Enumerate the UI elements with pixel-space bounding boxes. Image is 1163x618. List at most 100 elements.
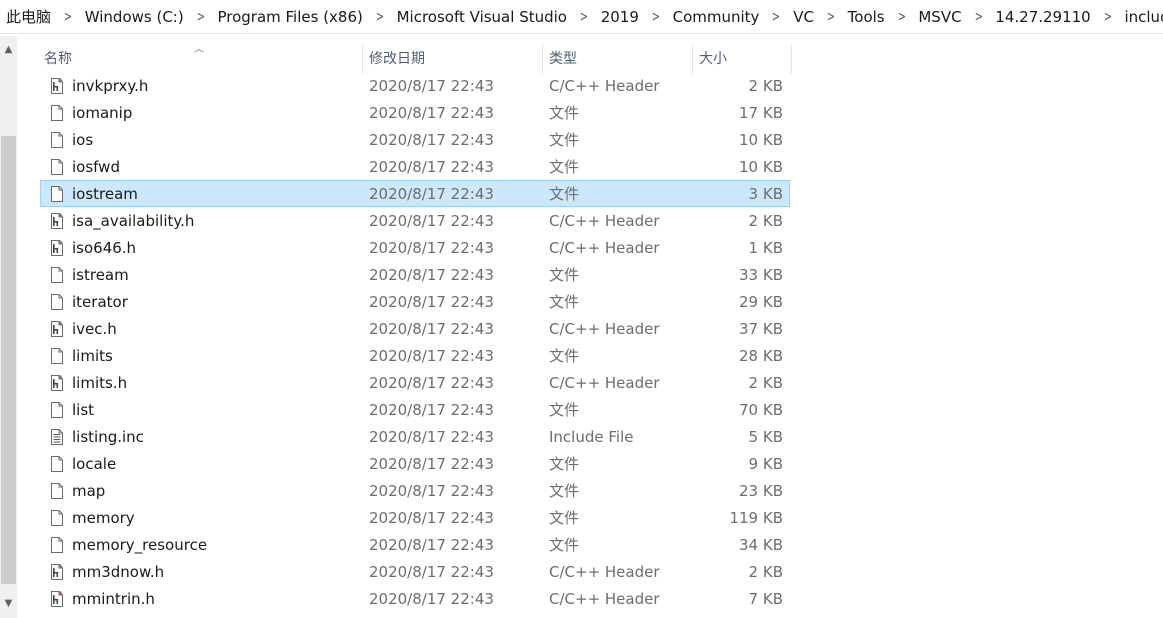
file-name: listing.inc <box>72 427 144 446</box>
file-row[interactable]: istream 2020/8/17 22:43 文件 33 KB <box>40 261 790 288</box>
file-name: iosfwd <box>72 157 120 176</box>
file-row[interactable]: listing.inc 2020/8/17 22:43 Include File 5 … <box>40 423 790 450</box>
file-row[interactable]: iso646.h 2020/8/17 22:43 C/C++ Header 1 KB <box>40 234 790 261</box>
file-date: 2020/8/17 22:43 <box>369 481 494 500</box>
file-name: iomanip <box>72 103 133 122</box>
file-type: C/C++ Header <box>549 562 660 581</box>
chevron-right-icon[interactable]: > <box>580 9 588 25</box>
file-name-cell: iostream <box>41 185 363 203</box>
file-date: 2020/8/17 22:43 <box>369 184 494 203</box>
column-header-name[interactable]: ︿ 名称 <box>38 44 362 74</box>
file-name-cell: memory <box>41 509 363 527</box>
file-icon <box>50 401 64 418</box>
column-header-size[interactable]: 大小 <box>692 44 792 74</box>
file-name: mmintrin.h <box>72 589 155 608</box>
file-date: 2020/8/17 22:43 <box>369 589 494 608</box>
file-date: 2020/8/17 22:43 <box>369 319 494 338</box>
column-header-date[interactable]: 修改日期 <box>362 44 542 74</box>
chevron-right-icon[interactable]: > <box>827 9 835 25</box>
breadcrumb-item[interactable]: Microsoft Visual Studio <box>397 8 567 26</box>
column-header-row: ︿ 名称 修改日期 类型 大小 <box>38 44 792 74</box>
file-row[interactable]: iostream 2020/8/17 22:43 文件 3 KB <box>40 180 790 207</box>
chevron-right-icon[interactable]: > <box>897 9 905 25</box>
file-row[interactable]: iterator 2020/8/17 22:43 文件 29 KB <box>40 288 790 315</box>
file-name-cell: mm3dnow.h <box>41 563 363 581</box>
file-row[interactable]: limits.h 2020/8/17 22:43 C/C++ Header 2 KB <box>40 369 790 396</box>
file-type: 文件 <box>549 104 580 122</box>
breadcrumb-item[interactable]: Windows (C:) <box>85 8 184 26</box>
scroll-down-arrow-icon[interactable]: ▼ <box>0 595 17 612</box>
breadcrumb-item[interactable]: Community <box>673 8 760 26</box>
chevron-right-icon[interactable]: > <box>772 9 780 25</box>
file-row[interactable]: map 2020/8/17 22:43 文件 23 KB <box>40 477 790 504</box>
file-type: 文件 <box>549 266 580 284</box>
file-date: 2020/8/17 22:43 <box>369 103 494 122</box>
file-type: 文件 <box>549 455 580 473</box>
file-name: limits <box>72 346 113 365</box>
sort-ascending-icon: ︿ <box>194 44 204 55</box>
file-name-cell: memory_resource <box>41 536 363 554</box>
breadcrumb-item[interactable]: VC <box>793 8 814 26</box>
file-row[interactable]: invkprxy.h 2020/8/17 22:43 C/C++ Header 2 K… <box>40 72 790 99</box>
cpp-header-icon <box>50 320 64 337</box>
file-name-cell: listing.inc <box>41 428 363 446</box>
file-date: 2020/8/17 22:43 <box>369 157 494 176</box>
file-row[interactable]: iomanip 2020/8/17 22:43 文件 17 KB <box>40 99 790 126</box>
breadcrumb-item[interactable]: MSVC <box>918 8 961 26</box>
file-name: iso646.h <box>72 238 137 257</box>
file-name: map <box>72 481 106 500</box>
chevron-right-icon[interactable]: > <box>376 9 384 25</box>
file-type: 文件 <box>549 401 580 419</box>
file-name: ivec.h <box>72 319 117 338</box>
file-row[interactable]: list 2020/8/17 22:43 文件 70 KB <box>40 396 790 423</box>
file-row[interactable]: memory_resource 2020/8/17 22:43 文件 34 KB <box>40 531 790 558</box>
file-name: iostream <box>72 184 138 203</box>
scrollbar-thumb[interactable] <box>1 136 16 584</box>
column-header-name-label: 名称 <box>44 51 72 67</box>
breadcrumb: 此电脑 > Windows (C:) > Program Files (x86) > Mic… <box>0 0 1163 34</box>
chevron-right-icon[interactable]: > <box>652 9 660 25</box>
file-size: 37 KB <box>739 319 783 338</box>
chevron-right-icon[interactable]: > <box>1103 9 1111 25</box>
chevron-right-icon[interactable]: > <box>196 9 204 25</box>
file-size: 2 KB <box>748 211 783 230</box>
breadcrumb-item[interactable]: Tools <box>848 8 885 26</box>
file-name: invkprxy.h <box>72 76 149 95</box>
breadcrumb-item[interactable]: include <box>1124 8 1163 26</box>
file-name-cell: limits.h <box>41 374 363 392</box>
file-row[interactable]: mm3dnow.h 2020/8/17 22:43 C/C++ Header 2 KB <box>40 558 790 585</box>
file-size: 2 KB <box>748 76 783 95</box>
file-row[interactable]: memory 2020/8/17 22:43 文件 119 KB <box>40 504 790 531</box>
vertical-scrollbar[interactable]: ▲ ▼ <box>0 36 17 618</box>
file-row[interactable]: locale 2020/8/17 22:43 文件 9 KB <box>40 450 790 477</box>
file-name-cell: locale <box>41 455 363 473</box>
breadcrumb-item[interactable]: Program Files (x86) <box>217 8 362 26</box>
file-name: istream <box>72 265 129 284</box>
file-type: 文件 <box>549 185 580 203</box>
file-row[interactable]: isa_availability.h 2020/8/17 22:43 C/C++ H… <box>40 207 790 234</box>
file-row[interactable]: limits 2020/8/17 22:43 文件 28 KB <box>40 342 790 369</box>
file-name: limits.h <box>72 373 128 392</box>
text-file-icon <box>50 428 64 445</box>
breadcrumb-item[interactable]: 此电脑 <box>6 6 51 27</box>
file-icon <box>50 104 64 121</box>
cpp-header-icon <box>50 374 64 391</box>
file-row[interactable]: ivec.h 2020/8/17 22:43 C/C++ Header 37 KB <box>40 315 790 342</box>
file-row[interactable]: mmintrin.h 2020/8/17 22:43 C/C++ Header 7 K… <box>40 585 790 612</box>
file-type: C/C++ Header <box>549 319 660 338</box>
chevron-right-icon[interactable]: > <box>974 9 982 25</box>
file-type: C/C++ Header <box>549 589 660 608</box>
file-row[interactable]: iosfwd 2020/8/17 22:43 文件 10 KB <box>40 153 790 180</box>
column-header-type-label: 类型 <box>549 51 577 67</box>
scroll-up-arrow-icon[interactable]: ▲ <box>0 41 17 58</box>
file-type: 文件 <box>549 158 580 176</box>
breadcrumb-item[interactable]: 14.27.29110 <box>995 8 1090 26</box>
column-header-type[interactable]: 类型 <box>542 44 692 74</box>
breadcrumb-item[interactable]: 2019 <box>601 8 639 26</box>
file-date: 2020/8/17 22:43 <box>369 454 494 473</box>
chevron-right-icon[interactable]: > <box>64 9 72 25</box>
file-name: locale <box>72 454 117 473</box>
file-type: C/C++ Header <box>549 238 660 257</box>
file-row[interactable]: ios 2020/8/17 22:43 文件 10 KB <box>40 126 790 153</box>
file-date: 2020/8/17 22:43 <box>369 400 494 419</box>
